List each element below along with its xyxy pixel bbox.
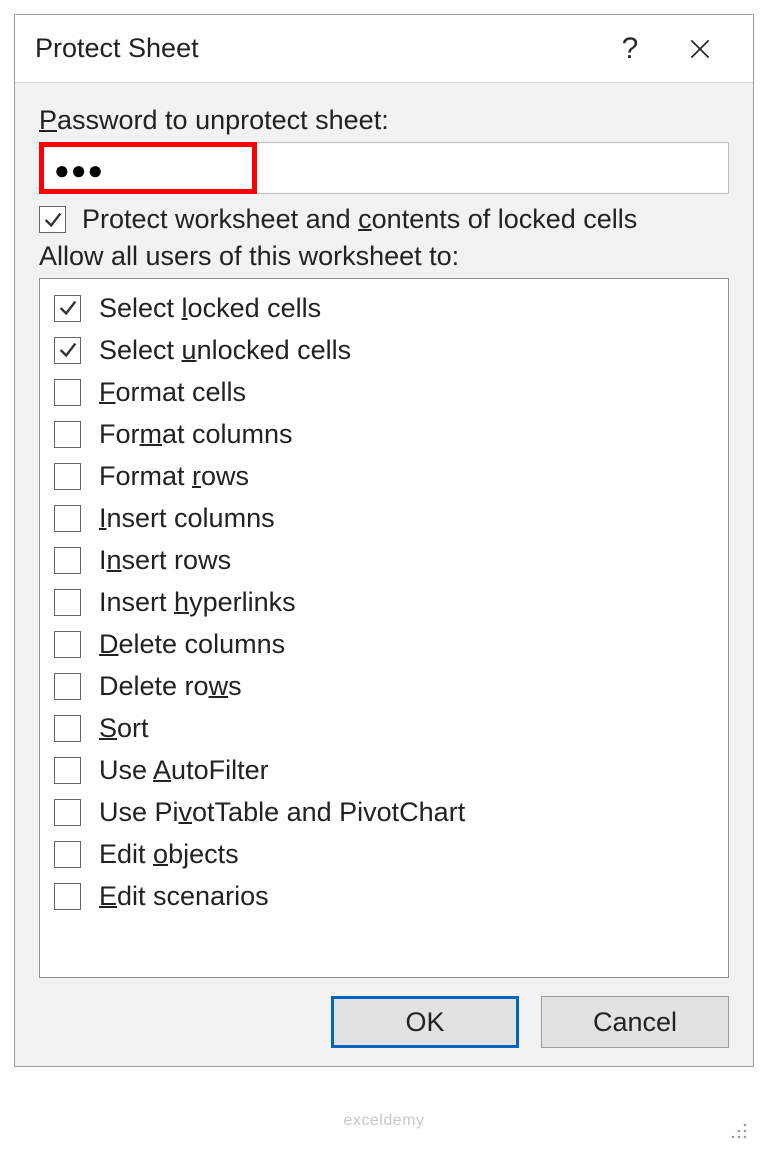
permission-checkbox[interactable] [54,757,81,784]
permission-checkbox[interactable] [54,589,81,616]
dialog-title: Protect Sheet [35,33,595,64]
watermark: exceldemy [344,1112,425,1130]
permission-checkbox[interactable] [54,505,81,532]
protect-contents-label: Protect worksheet and contents of locked… [82,204,637,235]
dialog-footer: OK Cancel [39,978,729,1048]
permission-option[interactable]: Edit scenarios [54,875,720,917]
permission-label: Insert hyperlinks [99,587,296,618]
permission-label: Edit objects [99,839,239,870]
permission-checkbox[interactable] [54,463,81,490]
allow-users-label: Allow all users of this worksheet to: [39,241,729,272]
password-input[interactable]: ●●● [39,142,257,194]
permission-checkbox[interactable] [54,799,81,826]
permission-option[interactable]: Sort [54,707,720,749]
permission-option[interactable]: Format cells [54,371,720,413]
permission-checkbox[interactable] [54,379,81,406]
cancel-button[interactable]: Cancel [541,996,729,1048]
permission-label: Sort [99,713,149,744]
permission-checkbox[interactable] [54,295,81,322]
permission-label: Delete rows [99,671,242,702]
permission-option[interactable]: Use PivotTable and PivotChart [54,791,720,833]
permission-option[interactable]: Delete rows [54,665,720,707]
close-button[interactable] [665,19,735,79]
permission-checkbox[interactable] [54,715,81,742]
permission-option[interactable]: Select unlocked cells [54,329,720,371]
permission-option[interactable]: Insert columns [54,497,720,539]
permission-checkbox[interactable] [54,841,81,868]
help-button[interactable]: ? [595,19,665,79]
password-row: ●●● [39,142,729,194]
permissions-listbox[interactable]: Select locked cells Select unlocked cells… [39,278,729,978]
permission-option[interactable]: Delete columns [54,623,720,665]
permission-option[interactable]: Format columns [54,413,720,455]
permission-checkbox[interactable] [54,631,81,658]
dialog-body: Password to unprotect sheet: ●●● Protect… [15,83,753,1066]
permission-label: Use PivotTable and PivotChart [99,797,465,828]
permission-checkbox[interactable] [54,673,81,700]
permission-option[interactable]: Edit objects [54,833,720,875]
permission-option[interactable]: Select locked cells [54,287,720,329]
permission-label: Format rows [99,461,249,492]
close-icon [687,36,713,62]
protect-contents-checkbox-row[interactable]: Protect worksheet and contents of locked… [39,204,729,235]
protect-contents-checkbox[interactable] [39,206,66,233]
permission-option[interactable]: Use AutoFilter [54,749,720,791]
password-input-extend[interactable] [257,142,729,194]
permission-label: Delete columns [99,629,285,660]
check-icon [57,339,79,361]
permission-option[interactable]: Insert hyperlinks [54,581,720,623]
ok-button[interactable]: OK [331,996,519,1048]
permission-label: Select unlocked cells [99,335,351,366]
check-icon [57,297,79,319]
check-icon [42,209,64,231]
permission-option[interactable]: Format rows [54,455,720,497]
permission-label: Use AutoFilter [99,755,269,786]
permission-checkbox[interactable] [54,547,81,574]
permission-label: Select locked cells [99,293,321,324]
permission-checkbox[interactable] [54,883,81,910]
permission-label: Format cells [99,377,246,408]
permission-label: Format columns [99,419,293,450]
permission-label: Insert columns [99,503,275,534]
permission-checkbox[interactable] [54,337,81,364]
permission-checkbox[interactable] [54,421,81,448]
resize-grip-icon [730,1122,748,1140]
password-label: Password to unprotect sheet: [39,105,729,136]
permission-option[interactable]: Insert rows [54,539,720,581]
permission-label: Edit scenarios [99,881,269,912]
permission-label: Insert rows [99,545,231,576]
protect-sheet-dialog: Protect Sheet ? Password to unprotect sh… [14,14,754,1067]
titlebar: Protect Sheet ? [15,15,753,83]
